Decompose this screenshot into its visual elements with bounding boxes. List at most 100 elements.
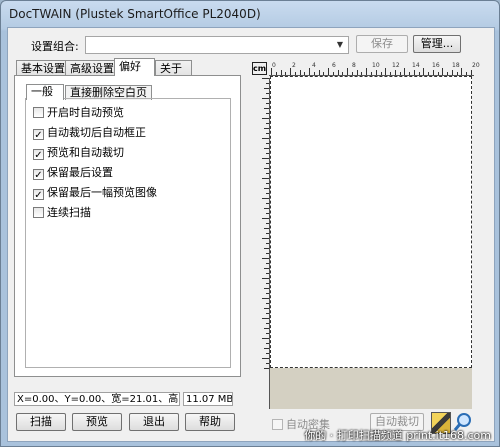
dialog-client-area: 设置组合: ▼ 保存 管理... 基本设置 高级设置 偏好 关于 一般 直接删除…	[7, 27, 495, 442]
option-preview-autocrop[interactable]: ✓ 预览和自动裁切	[33, 146, 229, 161]
ruler-tick	[323, 72, 325, 75]
tab-about[interactable]: 关于	[155, 60, 192, 76]
ruler-tick	[442, 68, 444, 75]
ruler-tick	[262, 98, 269, 99]
ruler-tick	[418, 72, 420, 75]
help-button[interactable]: 帮助	[185, 413, 235, 431]
scan-area-selection[interactable]	[270, 76, 472, 368]
ruler-tick	[271, 68, 272, 75]
window-title: DocTWAIN (Plustek SmartOffice PL2040D)	[9, 7, 261, 21]
option-auto-deskew[interactable]: ✓ 自动裁切后自动框正	[33, 126, 229, 141]
ruler-tick	[428, 72, 430, 75]
ruler-tick	[461, 68, 463, 75]
ruler-tick	[266, 233, 269, 234]
size-readout: 11.07 MB	[183, 392, 233, 406]
ruler-tick	[264, 148, 269, 149]
preview-page[interactable]	[270, 76, 472, 409]
ruler-tick	[266, 293, 269, 294]
ruler-tick	[351, 72, 353, 75]
ruler-tick	[266, 123, 269, 124]
ruler-tick	[309, 68, 311, 75]
ruler-unit-label: cm	[252, 62, 267, 75]
ruler-tick	[399, 72, 401, 75]
ruler-tick	[275, 72, 277, 75]
ruler-tick	[456, 72, 458, 75]
manage-button[interactable]: 管理...	[413, 35, 461, 53]
ruler-tick	[313, 72, 315, 75]
option-keep-last-settings[interactable]: ✓ 保留最后设置	[33, 166, 229, 181]
ruler-label: 6	[332, 62, 336, 69]
ruler-tick	[266, 283, 269, 284]
checkbox[interactable]: ✓	[33, 149, 44, 161]
ruler-tick	[423, 68, 425, 75]
ruler-tick	[409, 72, 411, 75]
ruler-tick	[264, 108, 269, 109]
ruler-tick	[264, 168, 269, 169]
ruler-tick	[266, 203, 269, 204]
checkbox[interactable]: ✓	[33, 189, 44, 201]
checkbox[interactable]	[272, 419, 283, 430]
checkbox[interactable]: ✓	[33, 129, 44, 141]
ruler-tick	[264, 368, 269, 369]
ruler-label: 20	[472, 62, 480, 69]
exit-button[interactable]: 退出	[129, 413, 179, 431]
preview-button[interactable]: 预览	[72, 413, 122, 431]
ruler-tick	[266, 163, 269, 164]
ruler-tick	[266, 263, 269, 264]
option-keep-last-preview[interactable]: ✓ 保留最后一幅预览图像	[33, 186, 229, 201]
checkbox[interactable]	[33, 107, 44, 118]
ruler-tick	[471, 70, 472, 75]
option-auto-preview[interactable]: 开启时自动预览	[33, 106, 229, 120]
ruler-tick	[264, 248, 269, 249]
watermark-text: 你的 · 打印扫描频道 print.it168.com	[304, 429, 491, 442]
ruler-tick	[266, 323, 269, 324]
ruler-tick	[266, 273, 269, 274]
preview-canvas[interactable]: cm 0 2 4 6 8 10 12 14 16 18 20	[252, 62, 480, 409]
ruler-tick	[262, 298, 269, 299]
ruler-tick	[264, 348, 269, 349]
ruler-label: 14	[412, 62, 420, 69]
ruler-tick	[262, 78, 269, 79]
ruler-tick	[361, 72, 363, 75]
ruler-tick	[375, 70, 377, 75]
tab-preferences[interactable]: 偏好	[114, 58, 155, 76]
unscanned-area	[270, 368, 472, 409]
ruler-tick	[266, 213, 269, 214]
ruler-tick	[356, 70, 358, 75]
ruler-tick	[264, 128, 269, 129]
ruler-tick	[266, 143, 269, 144]
settings-group-combo[interactable]: ▼	[85, 36, 349, 54]
checkbox[interactable]: ✓	[33, 169, 44, 181]
ruler-tick	[266, 253, 269, 254]
ruler-label: 16	[432, 62, 440, 69]
ruler-tick	[264, 268, 269, 269]
ruler-tick	[266, 153, 269, 154]
options-list: 开启时自动预览 ✓ 自动裁切后自动框正 ✓ 预览和自动裁切 ✓ 保留最后设置 ✓ 保留最…	[33, 106, 229, 220]
ruler-tick	[266, 243, 269, 244]
ruler-tick	[262, 318, 269, 319]
ruler-tick	[262, 218, 269, 219]
ruler-tick	[262, 238, 269, 239]
ruler-tick	[266, 333, 269, 334]
option-continuous-scan[interactable]: 连续扫描	[33, 206, 229, 220]
save-button[interactable]: 保存	[356, 35, 408, 53]
ruler-tick	[266, 303, 269, 304]
ruler-label: 12	[392, 62, 400, 69]
ruler-tick	[328, 68, 330, 75]
ruler-label: 0	[272, 62, 276, 69]
tab-advanced[interactable]: 高级设置	[65, 60, 119, 76]
ruler-tick	[347, 68, 349, 75]
ruler-tick	[266, 113, 269, 114]
ruler-tick	[264, 308, 269, 309]
coords-readout: X=0.00、Y=0.00、宽=21.01、高=29.69	[14, 392, 180, 406]
ruler-tick	[262, 118, 269, 119]
subtab-general[interactable]: 一般	[26, 84, 64, 100]
settings-group-label: 设置组合:	[31, 40, 79, 53]
scan-button[interactable]: 扫描	[16, 413, 66, 431]
ruler-tick	[264, 188, 269, 189]
checkbox[interactable]	[33, 207, 44, 218]
tab-basic[interactable]: 基本设置	[16, 60, 70, 76]
ruler-tick	[266, 103, 269, 104]
ruler-tick	[332, 72, 334, 75]
ruler-tick	[294, 72, 296, 75]
